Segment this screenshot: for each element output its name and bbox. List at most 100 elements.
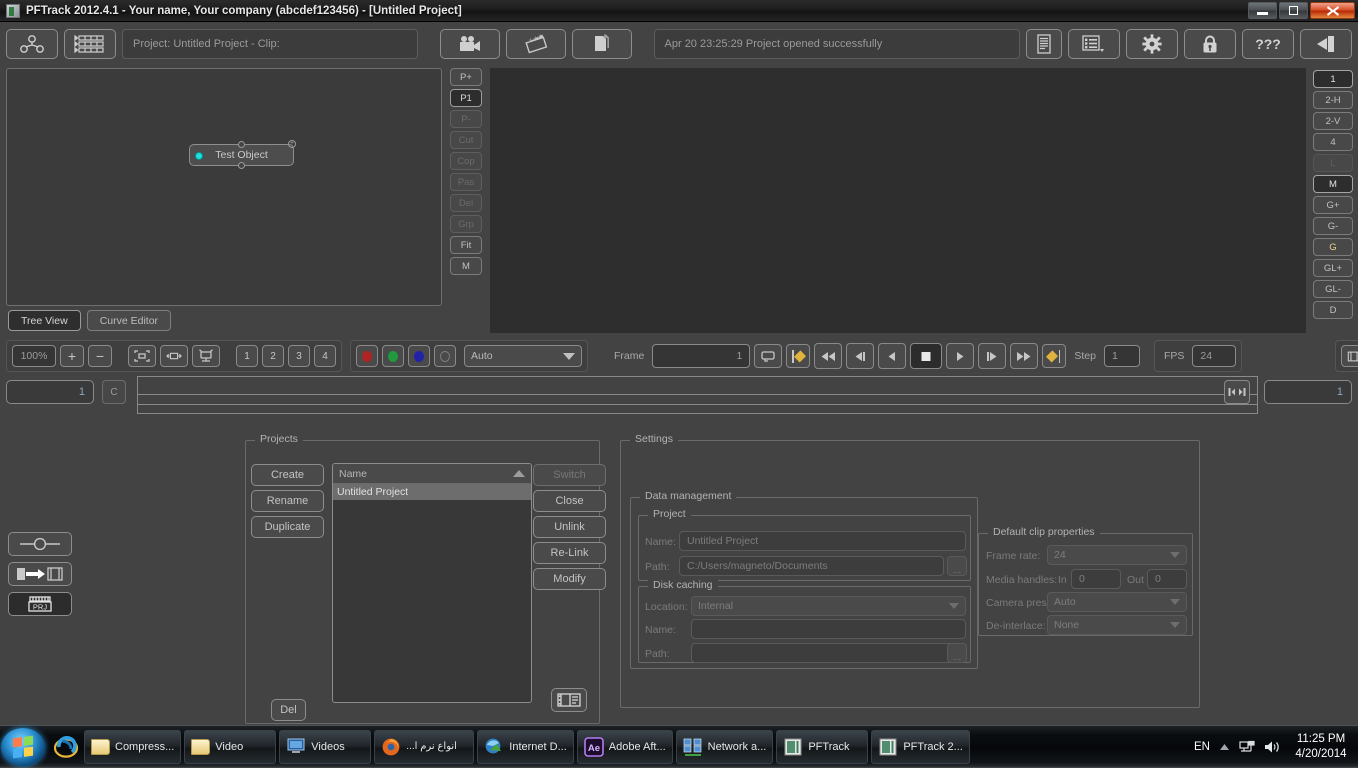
key-in-icon[interactable]	[786, 344, 811, 368]
channel-blue-button[interactable]	[408, 345, 430, 367]
close-button[interactable]	[1310, 2, 1355, 19]
layout-btn-2h[interactable]: 2-H	[1313, 91, 1353, 109]
node-test-object[interactable]: Test Object +	[189, 140, 296, 169]
start-orb-icon[interactable]	[1, 727, 45, 766]
timeline-in-input[interactable]: 1	[6, 380, 94, 404]
duplicate-button[interactable]: Duplicate	[251, 516, 324, 538]
task-button[interactable]: PFTrack	[776, 729, 869, 764]
projects-list-header[interactable]: Name	[333, 464, 531, 484]
layout-btn-l[interactable]: L	[1313, 154, 1353, 172]
minimize-button[interactable]	[1248, 2, 1277, 19]
layout-btn-d[interactable]: D	[1313, 301, 1353, 319]
media-out-field[interactable]: 0	[1147, 569, 1187, 589]
close-project-button[interactable]: Close	[533, 490, 606, 512]
switch-button[interactable]: Switch	[533, 464, 606, 486]
rewind-icon[interactable]	[814, 343, 843, 369]
project-path-browse-button[interactable]: ...	[947, 556, 967, 576]
layout-btn-gl-minus[interactable]: GL-	[1313, 280, 1353, 298]
cache-name-field[interactable]	[691, 619, 966, 639]
deinterlace-select[interactable]: None	[1047, 615, 1187, 635]
step-back-icon[interactable]	[878, 343, 907, 369]
channel-alpha-button[interactable]	[434, 345, 456, 367]
node-port-top[interactable]	[238, 141, 245, 148]
node-btn-paste[interactable]: Pas	[450, 173, 482, 191]
frame-rate-select[interactable]: 24	[1047, 545, 1187, 565]
fps-input[interactable]: 24	[1192, 345, 1237, 367]
monitor-icon[interactable]	[192, 345, 220, 367]
task-button[interactable]: Network a...	[675, 729, 774, 764]
task-button[interactable]: Internet D...	[477, 729, 574, 764]
quality-btn-4[interactable]: 4	[314, 345, 336, 367]
prev-key-icon[interactable]	[846, 343, 875, 369]
cache-path-browse-button[interactable]: ...	[947, 643, 967, 663]
step-input[interactable]: 1	[1103, 345, 1140, 367]
task-button[interactable]: Video	[184, 729, 277, 764]
channel-mode-select[interactable]: Auto	[464, 345, 582, 367]
layout-btn-g-minus[interactable]: G-	[1313, 217, 1353, 235]
parameter-slider-icon[interactable]	[8, 532, 72, 556]
layout-btn-2v[interactable]: 2-V	[1313, 112, 1353, 130]
task-button[interactable]: انواع نرم ا...	[374, 729, 475, 764]
layout-btn-m[interactable]: M	[1313, 175, 1353, 193]
layout-btn-1[interactable]: 1	[1313, 70, 1353, 88]
node-graph-panel[interactable]: Test Object +	[6, 68, 442, 306]
tab-curve-editor[interactable]: Curve Editor	[86, 310, 172, 331]
modify-button[interactable]: Modify	[533, 568, 606, 590]
node-btn-p-minus[interactable]: P-	[450, 110, 482, 128]
log-icon[interactable]	[1026, 29, 1063, 59]
frame-input[interactable]: 1	[652, 344, 751, 368]
internet-explorer-icon[interactable]	[51, 732, 81, 762]
node-btn-group[interactable]: Grp	[450, 215, 482, 233]
project-path-field[interactable]: C:/Users/magneto/Documents	[679, 556, 944, 576]
del-button[interactable]: Del	[271, 699, 306, 721]
layout-btn-4[interactable]: 4	[1313, 133, 1353, 151]
show-hidden-icon[interactable]	[1219, 743, 1230, 752]
fit-icon[interactable]	[128, 345, 156, 367]
task-button[interactable]: Compress...	[84, 729, 182, 764]
sort-ascending-icon[interactable]	[513, 470, 525, 477]
list-menu-icon[interactable]	[1068, 29, 1121, 59]
node-corner-icon[interactable]: +	[288, 140, 296, 148]
language-indicator[interactable]: EN	[1194, 741, 1210, 753]
timeline-track[interactable]	[137, 376, 1258, 414]
task-button[interactable]: PFTrack 2...	[871, 729, 970, 764]
task-button[interactable]: Ae Adobe Aft...	[576, 729, 673, 764]
rename-button[interactable]: Rename	[251, 490, 324, 512]
clapper-icon[interactable]	[505, 29, 566, 59]
project-clip-field[interactable]: Project: Untitled Project - Clip:	[122, 29, 418, 59]
unlink-button[interactable]: Unlink	[533, 516, 606, 538]
project-clapper-icon[interactable]: PRJ	[8, 592, 72, 616]
quality-btn-3[interactable]: 3	[288, 345, 310, 367]
node-btn-delete[interactable]: Del	[450, 194, 482, 212]
clock[interactable]: 11:25 PM 4/20/2014	[1290, 732, 1352, 762]
timeline-c-button[interactable]: C	[102, 380, 126, 404]
maximize-button[interactable]	[1279, 2, 1308, 19]
channel-green-button[interactable]	[382, 345, 404, 367]
zoom-out-button[interactable]: −	[88, 345, 112, 367]
layout-btn-gl-plus[interactable]: GL+	[1313, 259, 1353, 277]
node-btn-copy[interactable]: Cop	[450, 152, 482, 170]
node-btn-menu[interactable]: M	[450, 257, 482, 275]
camera-icon[interactable]	[439, 29, 500, 59]
tab-tree-view[interactable]: Tree View	[8, 310, 81, 331]
layout-btn-g[interactable]: G	[1313, 238, 1353, 256]
node-tree-icon[interactable]	[6, 29, 58, 59]
node-btn-fit[interactable]: Fit	[450, 236, 482, 254]
exit-icon[interactable]	[1300, 29, 1353, 59]
media-in-field[interactable]: 0	[1071, 569, 1121, 589]
loop-icon[interactable]	[754, 344, 783, 368]
relink-button[interactable]: Re-Link	[533, 542, 606, 564]
project-name-field[interactable]: Untitled Project	[679, 531, 966, 551]
lock-icon[interactable]	[1184, 29, 1237, 59]
import-clip-icon[interactable]	[8, 562, 72, 586]
range-icon[interactable]	[1224, 380, 1250, 404]
stop-icon[interactable]	[910, 343, 943, 369]
quality-btn-1[interactable]: 1	[236, 345, 258, 367]
step-forward-icon[interactable]	[978, 343, 1007, 369]
viewport-canvas[interactable]	[490, 68, 1306, 333]
volume-icon[interactable]	[1264, 740, 1281, 754]
fast-forward-icon[interactable]	[1010, 343, 1039, 369]
help-button[interactable]: ???	[1242, 29, 1295, 59]
channel-red-button[interactable]	[356, 345, 378, 367]
node-list-icon[interactable]	[64, 29, 116, 59]
